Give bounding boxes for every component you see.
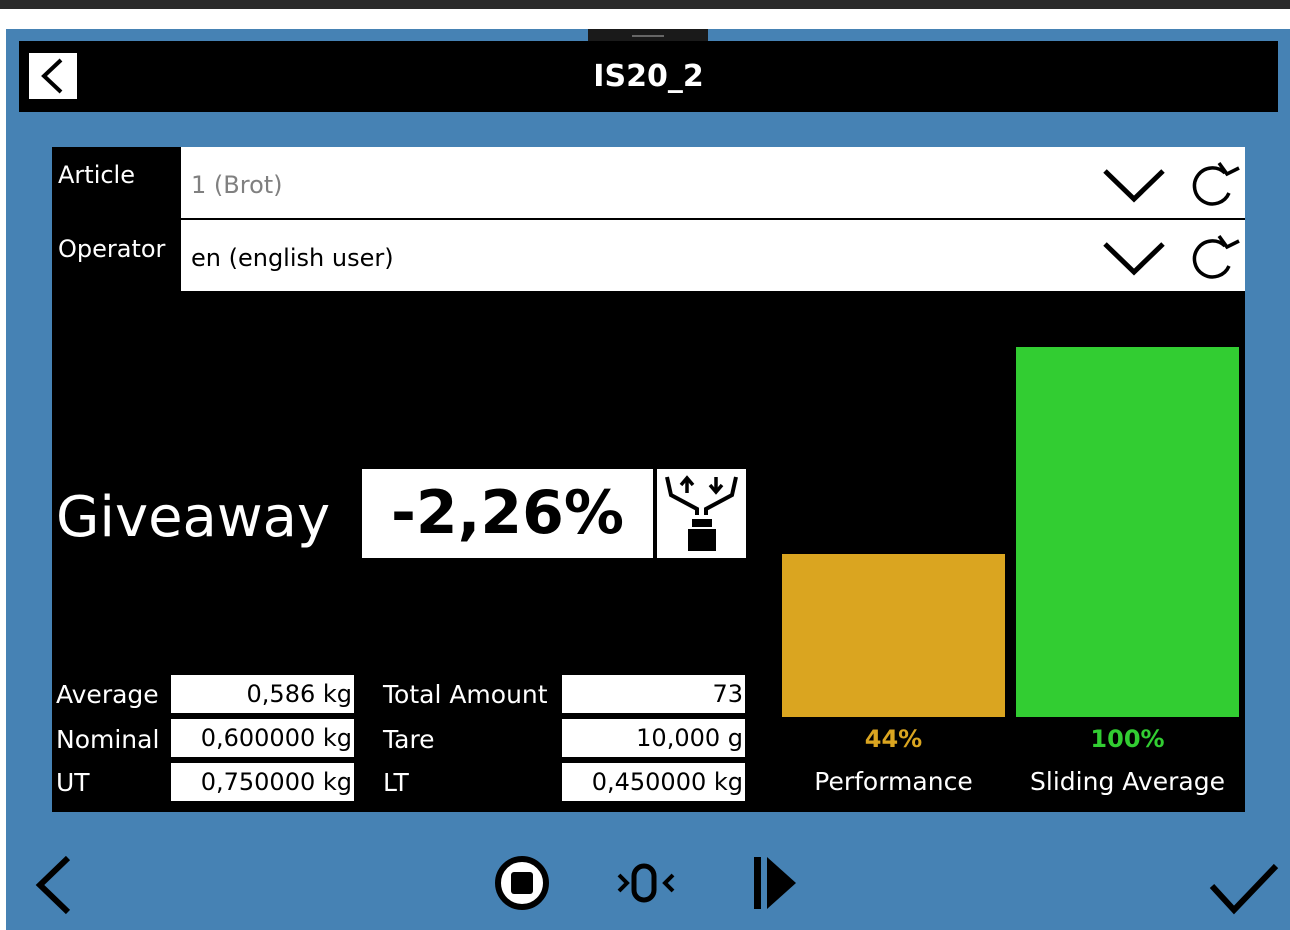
- lt-label: LT: [383, 768, 409, 797]
- performance-percent: 44%: [864, 725, 923, 753]
- article-label: Article: [58, 161, 135, 189]
- article-value: 1 (Brot): [191, 171, 283, 199]
- drag-handle-line: [632, 35, 664, 37]
- step-forward-icon[interactable]: [752, 853, 802, 913]
- operator-value: en (english user): [191, 244, 394, 272]
- average-value: 0,586 kg: [171, 675, 354, 713]
- window-title: IS20_2: [593, 59, 704, 94]
- main-panel: Article 1 (Brot) Operator en (english us…: [52, 147, 1245, 812]
- back-chevron-icon: [41, 58, 63, 94]
- scale-weight-icon: [665, 475, 738, 551]
- sliding-average-label: Sliding Average: [1030, 767, 1225, 796]
- ut-label: UT: [56, 768, 90, 797]
- tare-value: 10,000 g: [562, 719, 745, 757]
- giveaway-value: -2,26%: [362, 469, 653, 558]
- tare-label: Tare: [383, 725, 435, 754]
- total-amount-value: 73: [562, 675, 745, 713]
- checkmark-icon[interactable]: [1206, 860, 1280, 918]
- chevron-down-icon[interactable]: [1101, 165, 1167, 205]
- chevron-down-icon[interactable]: [1101, 238, 1167, 278]
- top-border: [0, 0, 1290, 9]
- title-bar: IS20_2: [19, 41, 1278, 112]
- stop-icon[interactable]: [492, 853, 552, 913]
- sliding-average-bar: [1016, 347, 1239, 717]
- ut-value: 0,750000 kg: [171, 763, 354, 801]
- back-button[interactable]: [29, 53, 77, 99]
- previous-icon[interactable]: [30, 852, 76, 918]
- operator-dropdown[interactable]: en (english user): [181, 220, 1245, 291]
- refresh-icon[interactable]: [1181, 159, 1241, 209]
- performance-bar: [782, 554, 1005, 717]
- average-label: Average: [56, 680, 159, 709]
- performance-label: Performance: [814, 767, 973, 796]
- lt-value: 0,450000 kg: [562, 763, 745, 801]
- total-amount-label: Total Amount: [383, 680, 548, 709]
- operator-label: Operator: [58, 235, 166, 263]
- giveaway-label: Giveaway: [56, 485, 331, 550]
- refresh-icon[interactable]: [1181, 232, 1241, 282]
- sliding-average-percent: 100%: [1090, 725, 1165, 753]
- zero-icon[interactable]: [613, 857, 679, 909]
- nominal-value: 0,600000 kg: [171, 719, 354, 757]
- scale-weight-button[interactable]: [657, 469, 746, 558]
- nominal-label: Nominal: [56, 725, 160, 754]
- article-dropdown[interactable]: 1 (Brot): [181, 147, 1245, 218]
